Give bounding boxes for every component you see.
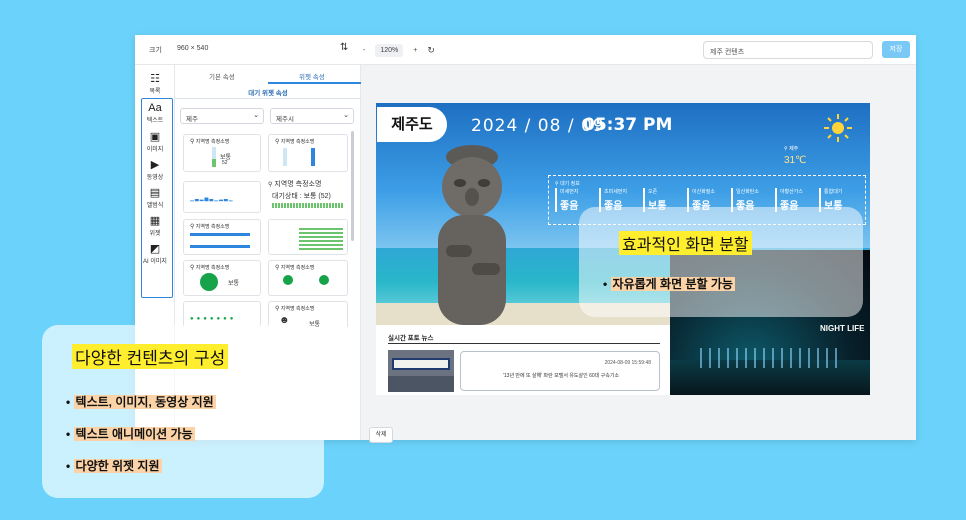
- region-title: 제주도: [377, 107, 447, 142]
- widget-template-1[interactable]: ⚲ 지역명 측정소명 보통 52: [183, 134, 261, 172]
- city-select[interactable]: 제주시 ⌄: [270, 108, 354, 124]
- location-pin-icon: ⚲: [784, 146, 788, 152]
- callout-bullet: • 텍스트 애니메이션 가능: [66, 427, 195, 441]
- dol-hareubang-statue-image: [438, 145, 506, 325]
- active-tab-indicator: [268, 82, 361, 84]
- widget-gallery: ⚲ 지역명 측정소명 보통 52 ⚲ 지역명 측정소명 ▁▃▂▅▃▁▂▃▁ ⚲ …: [180, 131, 352, 327]
- divider: [388, 343, 660, 344]
- widget-template-6[interactable]: [268, 219, 348, 255]
- callout-bullet: • 텍스트, 이미지, 동영상 지원: [66, 395, 216, 409]
- zoom-in-button[interactable]: +: [413, 47, 417, 54]
- weather-location: ⚲ 제주: [784, 146, 799, 152]
- news-card[interactable]: 2024-08-09 15:59:48 '13년 만에 또 살해' 파란 모텔서…: [460, 351, 660, 391]
- zoom-value[interactable]: 120%: [375, 43, 404, 57]
- chevron-down-icon: ⌄: [343, 112, 349, 119]
- widget-template-2[interactable]: ⚲ 지역명 측정소명: [268, 134, 348, 172]
- widget-template-8[interactable]: ⚲ 지역명 측정소명: [268, 260, 348, 296]
- rail-item-list[interactable]: ☷ 목록: [135, 73, 175, 95]
- top-toolbar: 크기 960 × 540 ⇅ - 120% + ↻ 제주 컨텐츠 저장: [135, 35, 916, 65]
- refresh-icon[interactable]: ↻: [427, 45, 435, 56]
- tab-widget-properties[interactable]: 위젯 속성: [299, 71, 325, 81]
- air-quality-title: ⚲ 대기 정보: [555, 181, 580, 187]
- zoom-control: - 120% + ↻: [363, 41, 443, 59]
- widget-template-9[interactable]: ●●●●●●●: [183, 301, 261, 327]
- widget-template-10[interactable]: ⚲ 지역명 측정소명 ☻ 보통: [268, 301, 348, 327]
- rail-item-widget[interactable]: ▦ 위젯: [135, 215, 175, 237]
- photo-news-widget[interactable]: 실시간 포토 뉴스 2024-08-09 15:59:48 '13년 만에 또 …: [376, 325, 670, 395]
- delete-button[interactable]: 삭제: [369, 427, 393, 443]
- property-tabs: 기본 속성 위젯 속성: [175, 65, 361, 84]
- rail-item-album[interactable]: ▤ 앨범식: [135, 187, 175, 209]
- callout-bullet: • 다양한 위젯 지원: [66, 459, 162, 473]
- news-headline: '13년 만에 또 살해' 파란 모텔서 유도살인 60대 구속기소: [502, 373, 620, 379]
- widget-template-3[interactable]: ▁▃▂▅▃▁▂▃▁: [183, 181, 261, 213]
- location-pin-icon: ⚲: [555, 181, 559, 187]
- callout-bullet: • 자유롭게 화면 분할 가능: [603, 277, 735, 291]
- image-icon: ▣: [149, 131, 161, 143]
- time-display: 05:37 PM: [583, 115, 673, 135]
- rail-item-video[interactable]: ▶ 동영상: [135, 159, 175, 181]
- text-icon: Aa: [148, 102, 162, 114]
- rail-item-ai-image[interactable]: ◩ AI 이미지: [135, 243, 175, 265]
- save-button[interactable]: 저장: [882, 41, 910, 58]
- air-widget-properties-tab[interactable]: 대기 위젯 속성: [175, 87, 361, 97]
- rail-item-text[interactable]: Aa 텍스트: [135, 102, 175, 124]
- province-select[interactable]: 제주 ⌄: [180, 108, 264, 124]
- tab-basic-properties[interactable]: 기본 속성: [209, 71, 235, 81]
- align-icon[interactable]: ⇅: [340, 42, 348, 53]
- split-screen-callout: 효과적인 화면 분할 • 자유롭게 화면 분할 가능: [579, 207, 863, 317]
- size-label: 크기: [149, 47, 162, 54]
- content-name-input[interactable]: 제주 컨텐츠: [703, 41, 873, 59]
- callout-heading: 효과적인 화면 분할: [619, 231, 752, 255]
- news-date: 2024-08-09 15:59:48: [604, 360, 651, 366]
- news-thumbnail-image: [388, 350, 454, 392]
- night-life-label: NIGHT LIFE: [820, 324, 865, 333]
- rail-item-image[interactable]: ▣ 이미지: [135, 131, 175, 153]
- canvas-size-field[interactable]: 960 × 540: [177, 45, 208, 52]
- widget-template-4[interactable]: ⚲ 지역명 측정소명 대기상태 : 보통 (52): [266, 177, 350, 213]
- list-icon: ☷: [150, 73, 160, 85]
- weather-temperature: 31℃: [784, 155, 807, 166]
- chevron-down-icon: ⌄: [253, 112, 259, 119]
- widget-template-7[interactable]: ⚲ 지역명 측정소명 보통: [183, 260, 261, 296]
- content-types-callout: 다양한 컨텐츠의 구성 • 텍스트, 이미지, 동영상 지원 • 텍스트 애니메…: [42, 325, 324, 498]
- ai-image-icon: ◩: [149, 243, 161, 255]
- widget-icon: ▦: [149, 215, 161, 227]
- location-pin-icon: ⚲: [190, 139, 195, 145]
- photo-news-title: 실시간 포토 뉴스: [388, 335, 434, 342]
- zoom-out-button[interactable]: -: [363, 47, 365, 54]
- video-icon: ▶: [150, 159, 160, 171]
- album-icon: ▤: [149, 187, 161, 199]
- widget-template-5[interactable]: ⚲ 지역명 측정소명: [183, 219, 261, 255]
- callout-heading: 다양한 컨텐츠의 구성: [72, 344, 229, 369]
- divider: [175, 98, 361, 99]
- gallery-scrollbar[interactable]: [351, 131, 354, 241]
- sun-icon: [824, 114, 852, 142]
